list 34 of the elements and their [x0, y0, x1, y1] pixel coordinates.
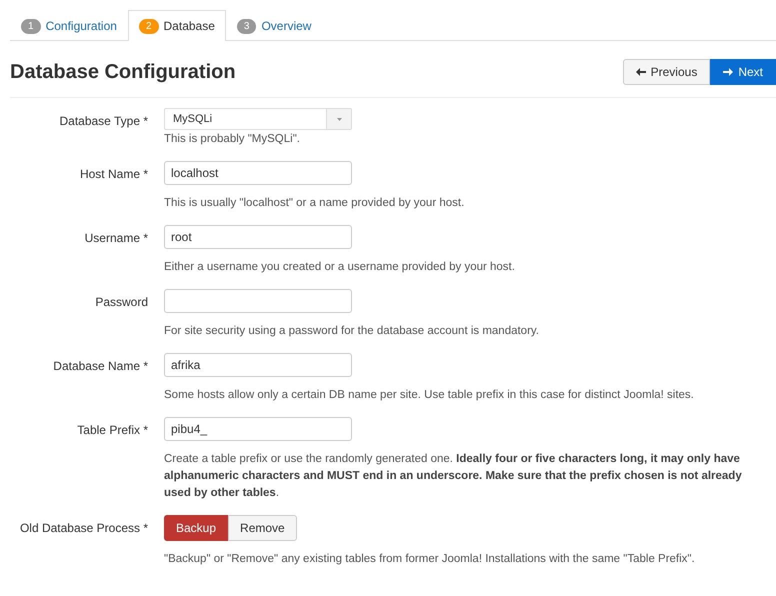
input-field[interactable]: afrika — [164, 353, 352, 377]
caret-icon — [336, 118, 342, 120]
right-arrow-icon — [723, 68, 734, 76]
option-button[interactable]: Remove — [228, 515, 297, 541]
input-field[interactable]: root — [164, 225, 352, 249]
field-label: Table Prefix * — [76, 422, 148, 439]
step-number-badge: 2 — [138, 18, 159, 34]
field-label: Old Database Process * — [18, 520, 148, 537]
option-button[interactable]: Backup — [164, 515, 228, 541]
help-text: Either a username you created or a username provided by your host. — [164, 260, 516, 275]
field-label: Password — [94, 294, 148, 311]
step-tab[interactable]: 3 Overview — [226, 10, 322, 41]
input-field[interactable] — [164, 289, 352, 313]
help-text: "Backup" or "Remove" any existing tables from former Joomla! Installations with the same "Table Prefix". — [164, 552, 696, 567]
field-label: Database Name * — [52, 358, 148, 375]
input-field[interactable]: localhost — [164, 161, 352, 185]
step-tab[interactable]: 2 Database — [128, 10, 226, 41]
field-label: Username * — [84, 230, 148, 247]
step-number-badge: 1 — [21, 18, 41, 34]
help-text: This is usually "localhost" or a name provided by your host. — [164, 196, 466, 211]
help-text: Create a table prefix or use the randomly generated one. Ideally four or five characters long, it may only have alphanumeric characters and MUST end in an underscore. Make sure that the prefix chosen is not already used by other tables. — [164, 452, 743, 501]
previous-button[interactable]: Previous — [622, 59, 710, 85]
help-text: For site security using a password for the database account is mandatory. — [164, 324, 540, 339]
input-field[interactable]: pibu4_ — [164, 417, 352, 441]
help-text: Some hosts allow only a certain DB name per site. Use table prefix in this case for distinct Joomla! sites. — [164, 388, 695, 403]
help-text: This is probably "MySQLi". — [164, 132, 301, 147]
step-tab[interactable]: 1 Configuration — [10, 10, 128, 41]
next-button[interactable]: Next — [710, 59, 776, 85]
step-number-badge: 3 — [236, 18, 256, 34]
field-label: Database Type * — [58, 113, 148, 130]
field-label: Host Name * — [78, 166, 148, 183]
page-heading: Database Configuration — [10, 60, 236, 84]
left-arrow-icon — [636, 68, 646, 76]
database-type-select[interactable]: MySQLi — [164, 108, 352, 130]
